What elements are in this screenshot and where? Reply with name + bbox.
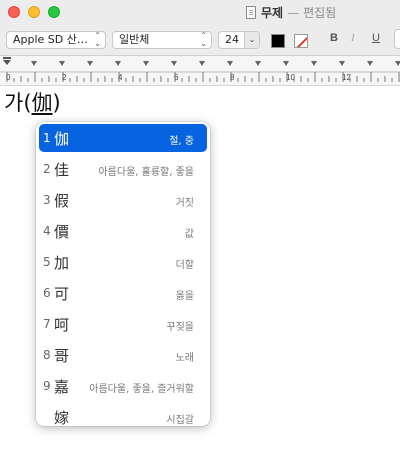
window-title[interactable]: 무제: [261, 4, 283, 21]
document-text: 가(伽): [4, 90, 61, 116]
tab-stop-marker[interactable]: [227, 61, 233, 66]
candidate-number: 4: [43, 224, 51, 238]
minimize-window-button[interactable]: [28, 6, 40, 18]
italic-button[interactable]: I: [351, 32, 355, 44]
ruler-label: 4: [118, 73, 123, 82]
close-window-button[interactable]: [8, 6, 20, 18]
candidate-meaning: 노래: [175, 353, 194, 364]
candidate-hanja: 價: [54, 223, 70, 241]
candidate-item[interactable]: 嫁 시집갈: [39, 403, 207, 426]
text-color-well[interactable]: [271, 34, 285, 48]
tab-stop-marker[interactable]: [311, 61, 317, 66]
zoom-window-button[interactable]: [48, 6, 60, 18]
font-size-value: 24: [225, 33, 239, 46]
candidate-item[interactable]: 4價 값: [39, 217, 207, 245]
tab-stop-marker[interactable]: [199, 61, 205, 66]
candidate-meaning: 더할: [175, 260, 194, 271]
candidate-meaning: 절, 중: [169, 136, 194, 147]
format-toolbar: Apple SD 산… ⌃ ⌄ 일반체 ⌃ ⌄ 24 ⌄ B I U: [0, 24, 400, 56]
chevron-updown-icon: ⌃ ⌄: [200, 31, 207, 48]
candidate-hanja: 嘉: [54, 378, 70, 396]
candidate-number: 6: [43, 286, 51, 300]
candidate-hanja: 佳: [54, 161, 70, 179]
ruler-label: 6: [174, 73, 179, 82]
chevron-updown-icon: ⌃ ⌄: [94, 31, 101, 48]
candidate-hanja: 伽: [54, 130, 70, 148]
candidate-hanja: 呵: [54, 316, 70, 334]
first-line-indent-marker[interactable]: [3, 57, 11, 59]
tab-stop-marker[interactable]: [367, 61, 373, 66]
candidate-number: 8: [43, 348, 51, 362]
candidate-hanja: 假: [54, 192, 70, 210]
candidate-number: 2: [43, 162, 51, 176]
candidate-item[interactable]: 9 嘉 아름다울, 좋을, 즐거워할: [39, 372, 207, 400]
candidate-item[interactable]: 2 佳 아름다울, 훌륭할, 좋을: [39, 155, 207, 183]
edit-status: 편집됨: [303, 6, 337, 20]
tab-stop-marker[interactable]: [31, 61, 37, 66]
bold-button[interactable]: B: [330, 32, 338, 44]
marked-text: 伽: [31, 91, 53, 115]
tab-stop-marker[interactable]: [115, 61, 121, 66]
candidate-meaning: 값: [184, 229, 194, 240]
font-family-select[interactable]: Apple SD 산… ⌃ ⌄: [6, 31, 106, 49]
chevron-down-icon[interactable]: ⌄: [244, 32, 259, 48]
candidate-hanja: 加: [54, 254, 70, 272]
candidate-item[interactable]: 3 假 거짓: [39, 186, 207, 214]
candidate-number: 5: [43, 255, 51, 269]
candidate-meaning: 시집갈: [166, 415, 194, 426]
font-style-value: 일반체: [119, 33, 150, 46]
background-color-well[interactable]: [294, 34, 308, 48]
candidate-meaning: 거짓: [175, 198, 194, 209]
text-after: ): [52, 91, 61, 115]
document-icon[interactable]: [246, 6, 256, 19]
font-style-select[interactable]: 일반체 ⌃ ⌄: [112, 31, 212, 49]
tab-stop-marker[interactable]: [395, 61, 400, 66]
tab-stop-marker[interactable]: [255, 61, 261, 66]
candidate-item[interactable]: 8 哥 노래: [39, 341, 207, 369]
window-title-group: 무제 — 편집됨: [246, 4, 336, 21]
ruler-label: 12: [342, 73, 351, 82]
candidate-hanja: 可: [54, 285, 70, 303]
font-size-field[interactable]: 24 ⌄: [218, 31, 260, 49]
candidate-item[interactable]: 6 可 옳을: [39, 279, 207, 307]
title-bar: 무제 — 편집됨: [0, 0, 400, 24]
ruler-label: 8: [230, 73, 235, 82]
ruler-label: 0: [6, 73, 11, 82]
tab-stop-marker[interactable]: [87, 61, 93, 66]
candidate-meaning: 아름다울, 좋을, 즐거워할: [89, 384, 194, 395]
ruler-label: 10: [286, 73, 295, 82]
candidate-meaning: 아름다울, 훌륭할, 좋을: [98, 167, 194, 178]
tab-stop-marker[interactable]: [171, 61, 177, 66]
candidate-item[interactable]: 7 呵 꾸짖을: [39, 310, 207, 338]
candidate-hanja: 哥: [54, 347, 70, 365]
font-family-value: Apple SD 산…: [13, 33, 88, 46]
title-separator: —: [287, 5, 300, 20]
candidate-number: 1: [43, 131, 51, 145]
candidate-item[interactable]: 1 伽 절, 중: [39, 124, 207, 152]
ruler[interactable]: 0 2 4 6 8 10 12: [0, 56, 400, 86]
tab-stop-marker[interactable]: [59, 61, 65, 66]
tab-stop-marker[interactable]: [283, 61, 289, 66]
ruler-ticks: [0, 57, 400, 82]
candidate-number: 7: [43, 317, 51, 331]
ruler-label: 2: [62, 73, 67, 82]
candidate-meaning: 꾸짖을: [166, 322, 194, 333]
text-before: 가(: [4, 91, 32, 115]
underline-button[interactable]: U: [372, 32, 380, 44]
candidate-item[interactable]: 5 加 더할: [39, 248, 207, 276]
candidate-hanja: 嫁: [54, 409, 70, 426]
hanja-candidate-window: 1 伽 절, 중 2 佳 아름다울, 훌륭할, 좋을 3 假 거짓 4 價 값 5 加 더할 6 可 옳을 7 呵 꾸짖…: [36, 122, 210, 426]
tab-stop-marker[interactable]: [339, 61, 345, 66]
alignment-control[interactable]: [394, 29, 400, 49]
candidate-meaning: 옳을: [175, 291, 194, 302]
tab-stop-marker[interactable]: [143, 61, 149, 66]
candidate-number: 3: [43, 193, 51, 207]
candidate-number: 9: [43, 379, 51, 393]
left-indent-marker[interactable]: [3, 60, 11, 65]
